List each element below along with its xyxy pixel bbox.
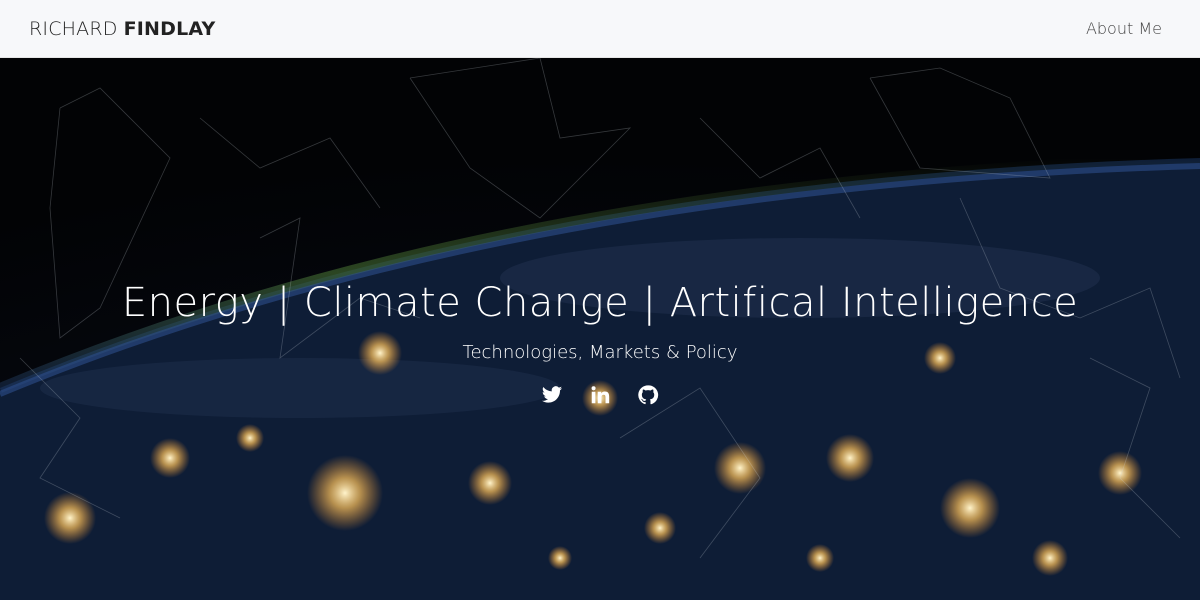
github-link[interactable] [637, 384, 659, 406]
linkedin-icon [591, 386, 610, 404]
brand-last-name: FINDLAY [123, 17, 216, 40]
social-links [0, 384, 1200, 406]
brand-first-name: RICHARD [29, 17, 118, 40]
twitter-icon [541, 386, 563, 403]
hero-headline: Energy | Climate Change | Artifical Inte… [121, 280, 1079, 326]
hero-content: Energy | Climate Change | Artifical Inte… [0, 58, 1200, 600]
linkedin-link[interactable] [589, 384, 611, 406]
hero-subheadline: Technologies, Markets & Policy [462, 342, 738, 363]
about-me-link[interactable]: About Me [1086, 19, 1162, 38]
github-icon [638, 385, 659, 405]
hero-section: Energy | Climate Change | Artifical Inte… [0, 58, 1200, 600]
navbar: RICHARD FINDLAY About Me [0, 0, 1200, 58]
twitter-link[interactable] [541, 384, 563, 406]
brand-logo[interactable]: RICHARD FINDLAY [29, 18, 215, 40]
